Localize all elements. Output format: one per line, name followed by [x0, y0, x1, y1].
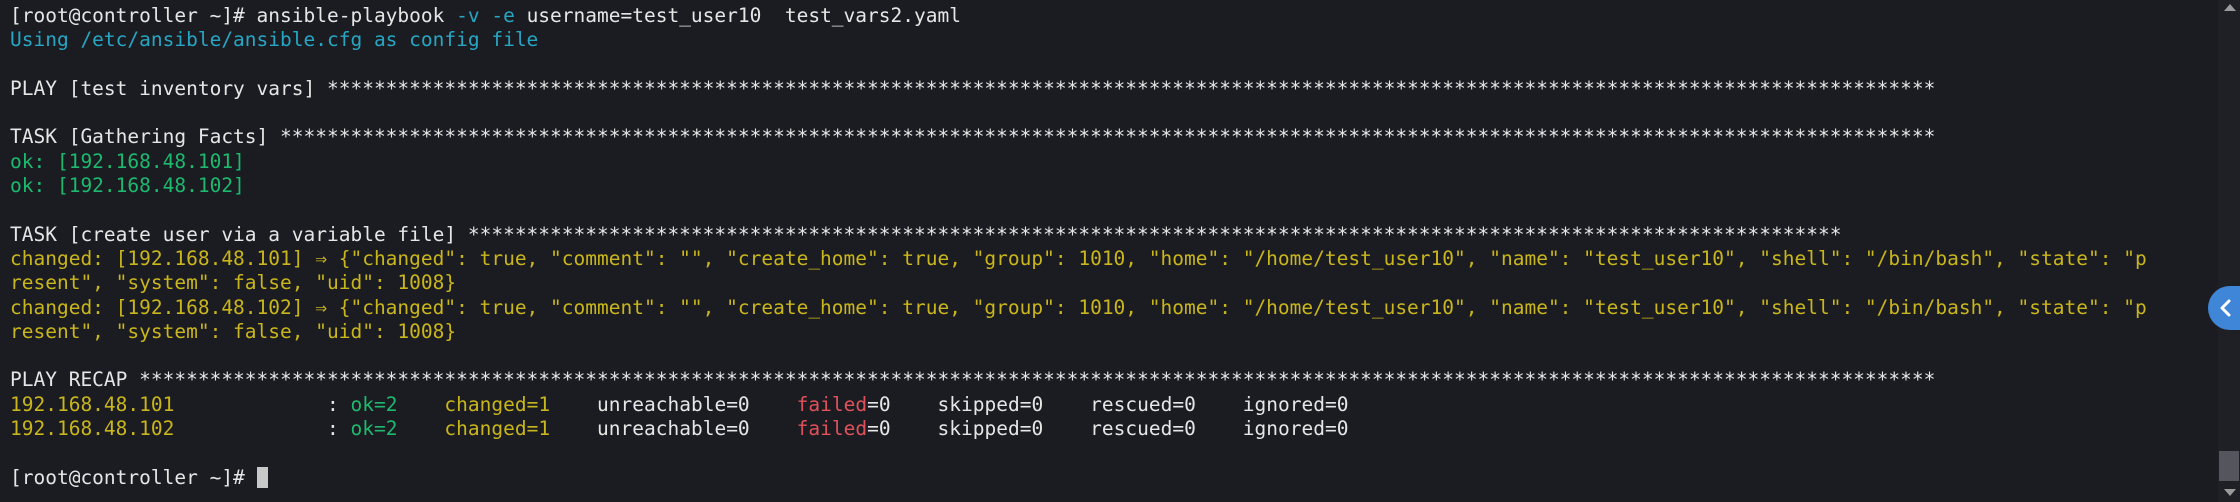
terminal-line: resent", "system": false, "uid": 1008} — [10, 319, 457, 343]
terminal-text-span: ok=2 — [350, 417, 398, 441]
terminal-line: TASK [create user via a variable file] *… — [10, 222, 1842, 246]
terminal-line: 192.168.48.101 : ok=2 changed=1 unreacha… — [10, 393, 2210, 417]
terminal-text-span: unreachable=0 — [550, 417, 797, 441]
terminal-line: TASK [Gathering Facts] *****************… — [10, 125, 1936, 149]
scroll-up-arrow-icon[interactable] — [2224, 4, 2236, 11]
terminal-text-span: 192.168.48.102 — [10, 417, 175, 441]
terminal-text-span: : — [174, 417, 351, 441]
terminal-text-span: failed — [796, 392, 868, 416]
terminal-line: PLAY [test inventory vars] *************… — [10, 76, 1936, 100]
terminal-line: changed: [192.168.48.102] ⇒ {"changed": … — [10, 295, 2147, 319]
chevron-left-icon — [2220, 299, 2231, 317]
shell-prompt: [root@controller ~]# — [10, 465, 257, 489]
terminal-text-span: changed=1 — [444, 417, 551, 441]
terminal-text-span: =0 skipped=0 rescued=0 ignored=0 — [867, 392, 1349, 416]
terminal-line: ok: [192.168.48.101] — [10, 149, 245, 173]
terminal-text-span: username=test_user10 test_vars2.yaml — [514, 4, 961, 27]
terminal-text-span: =0 skipped=0 rescued=0 ignored=0 — [867, 417, 1349, 441]
terminal-line: ok: [192.168.48.102] — [10, 174, 245, 198]
terminal-text-span: [root@controller ~]# ansible-playbook — [10, 4, 457, 27]
terminal-line: 192.168.48.102 : ok=2 changed=1 unreacha… — [10, 417, 2210, 441]
terminal-text-span: : — [174, 392, 351, 416]
terminal-line: PLAY RECAP *****************************… — [10, 368, 1936, 392]
terminal-line: Using /etc/ansible/ansible.cfg as config… — [10, 28, 539, 52]
vertical-scrollbar[interactable] — [2218, 0, 2240, 502]
terminal-output[interactable]: [root@controller ~]# ansible-playbook -v… — [10, 4, 2210, 500]
terminal-text-span: 192.168.48.101 — [10, 392, 175, 416]
terminal-text-span: changed=1 — [444, 392, 551, 416]
scroll-thumb[interactable] — [2219, 451, 2239, 481]
terminal-text-span: failed — [796, 417, 868, 441]
shell-prompt-line[interactable]: [root@controller ~]# — [10, 466, 2210, 490]
terminal-line: changed: [192.168.48.101] ⇒ {"changed": … — [10, 246, 2147, 270]
terminal-text-span: -v -e — [456, 4, 515, 27]
terminal-line: resent", "system": false, "uid": 1008} — [10, 271, 457, 295]
scroll-down-arrow-icon[interactable] — [2224, 489, 2236, 496]
text-cursor — [256, 466, 268, 488]
side-panel-toggle-button[interactable] — [2208, 286, 2240, 330]
terminal-text-span — [397, 417, 444, 440]
terminal-text-span: unreachable=0 — [550, 392, 797, 416]
terminal-text-span — [397, 393, 444, 416]
terminal-text-span: ok=2 — [350, 392, 398, 416]
terminal-line: [root@controller ~]# ansible-playbook -v… — [10, 4, 2210, 28]
